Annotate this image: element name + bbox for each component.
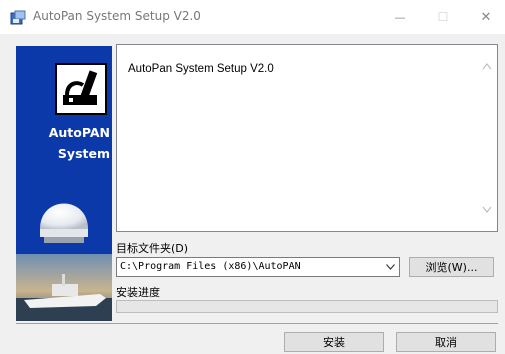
close-icon: ✕ bbox=[480, 9, 492, 25]
divider bbox=[16, 323, 498, 324]
destination-folder-value: C:\Program Files (x86)\AutoPAN bbox=[120, 261, 301, 272]
ship-photo bbox=[16, 254, 112, 321]
close-button[interactable]: ✕ bbox=[466, 0, 505, 34]
title-bar: AutoPan System Setup V2.0 — ☐ ✕ bbox=[0, 0, 505, 34]
satellite-radome-icon bbox=[40, 203, 88, 243]
progress-label: 安装进度 bbox=[116, 286, 160, 299]
chevron-down-icon[interactable] bbox=[386, 264, 395, 270]
maximize-button[interactable]: ☐ bbox=[423, 0, 463, 34]
destination-folder-combo[interactable]: C:\Program Files (x86)\AutoPAN bbox=[116, 257, 400, 277]
progress-bar bbox=[116, 300, 498, 313]
scroll-down-icon[interactable] bbox=[482, 206, 492, 214]
brand-line-1: AutoPAN bbox=[48, 125, 110, 140]
window-title: AutoPan System Setup V2.0 bbox=[33, 9, 201, 23]
destination-folder-label: 目标文件夹(D) bbox=[116, 242, 189, 255]
minimize-button[interactable]: — bbox=[380, 0, 420, 34]
usb-drive-icon bbox=[55, 63, 107, 115]
brand-line-2: System bbox=[57, 146, 110, 161]
scroll-up-icon[interactable] bbox=[482, 62, 492, 70]
log-line: AutoPan System Setup V2.0 bbox=[128, 63, 274, 75]
maximize-icon: ☐ bbox=[437, 10, 449, 24]
cancel-button[interactable]: 取消 bbox=[396, 332, 496, 352]
install-button[interactable]: 安装 bbox=[284, 332, 384, 352]
minimize-icon: — bbox=[394, 10, 406, 24]
browse-button[interactable]: 浏览(W)... bbox=[409, 257, 494, 277]
branding-panel: AutoPAN System bbox=[16, 46, 112, 321]
installer-icon bbox=[10, 10, 26, 25]
install-log[interactable]: AutoPan System Setup V2.0 bbox=[116, 44, 498, 232]
